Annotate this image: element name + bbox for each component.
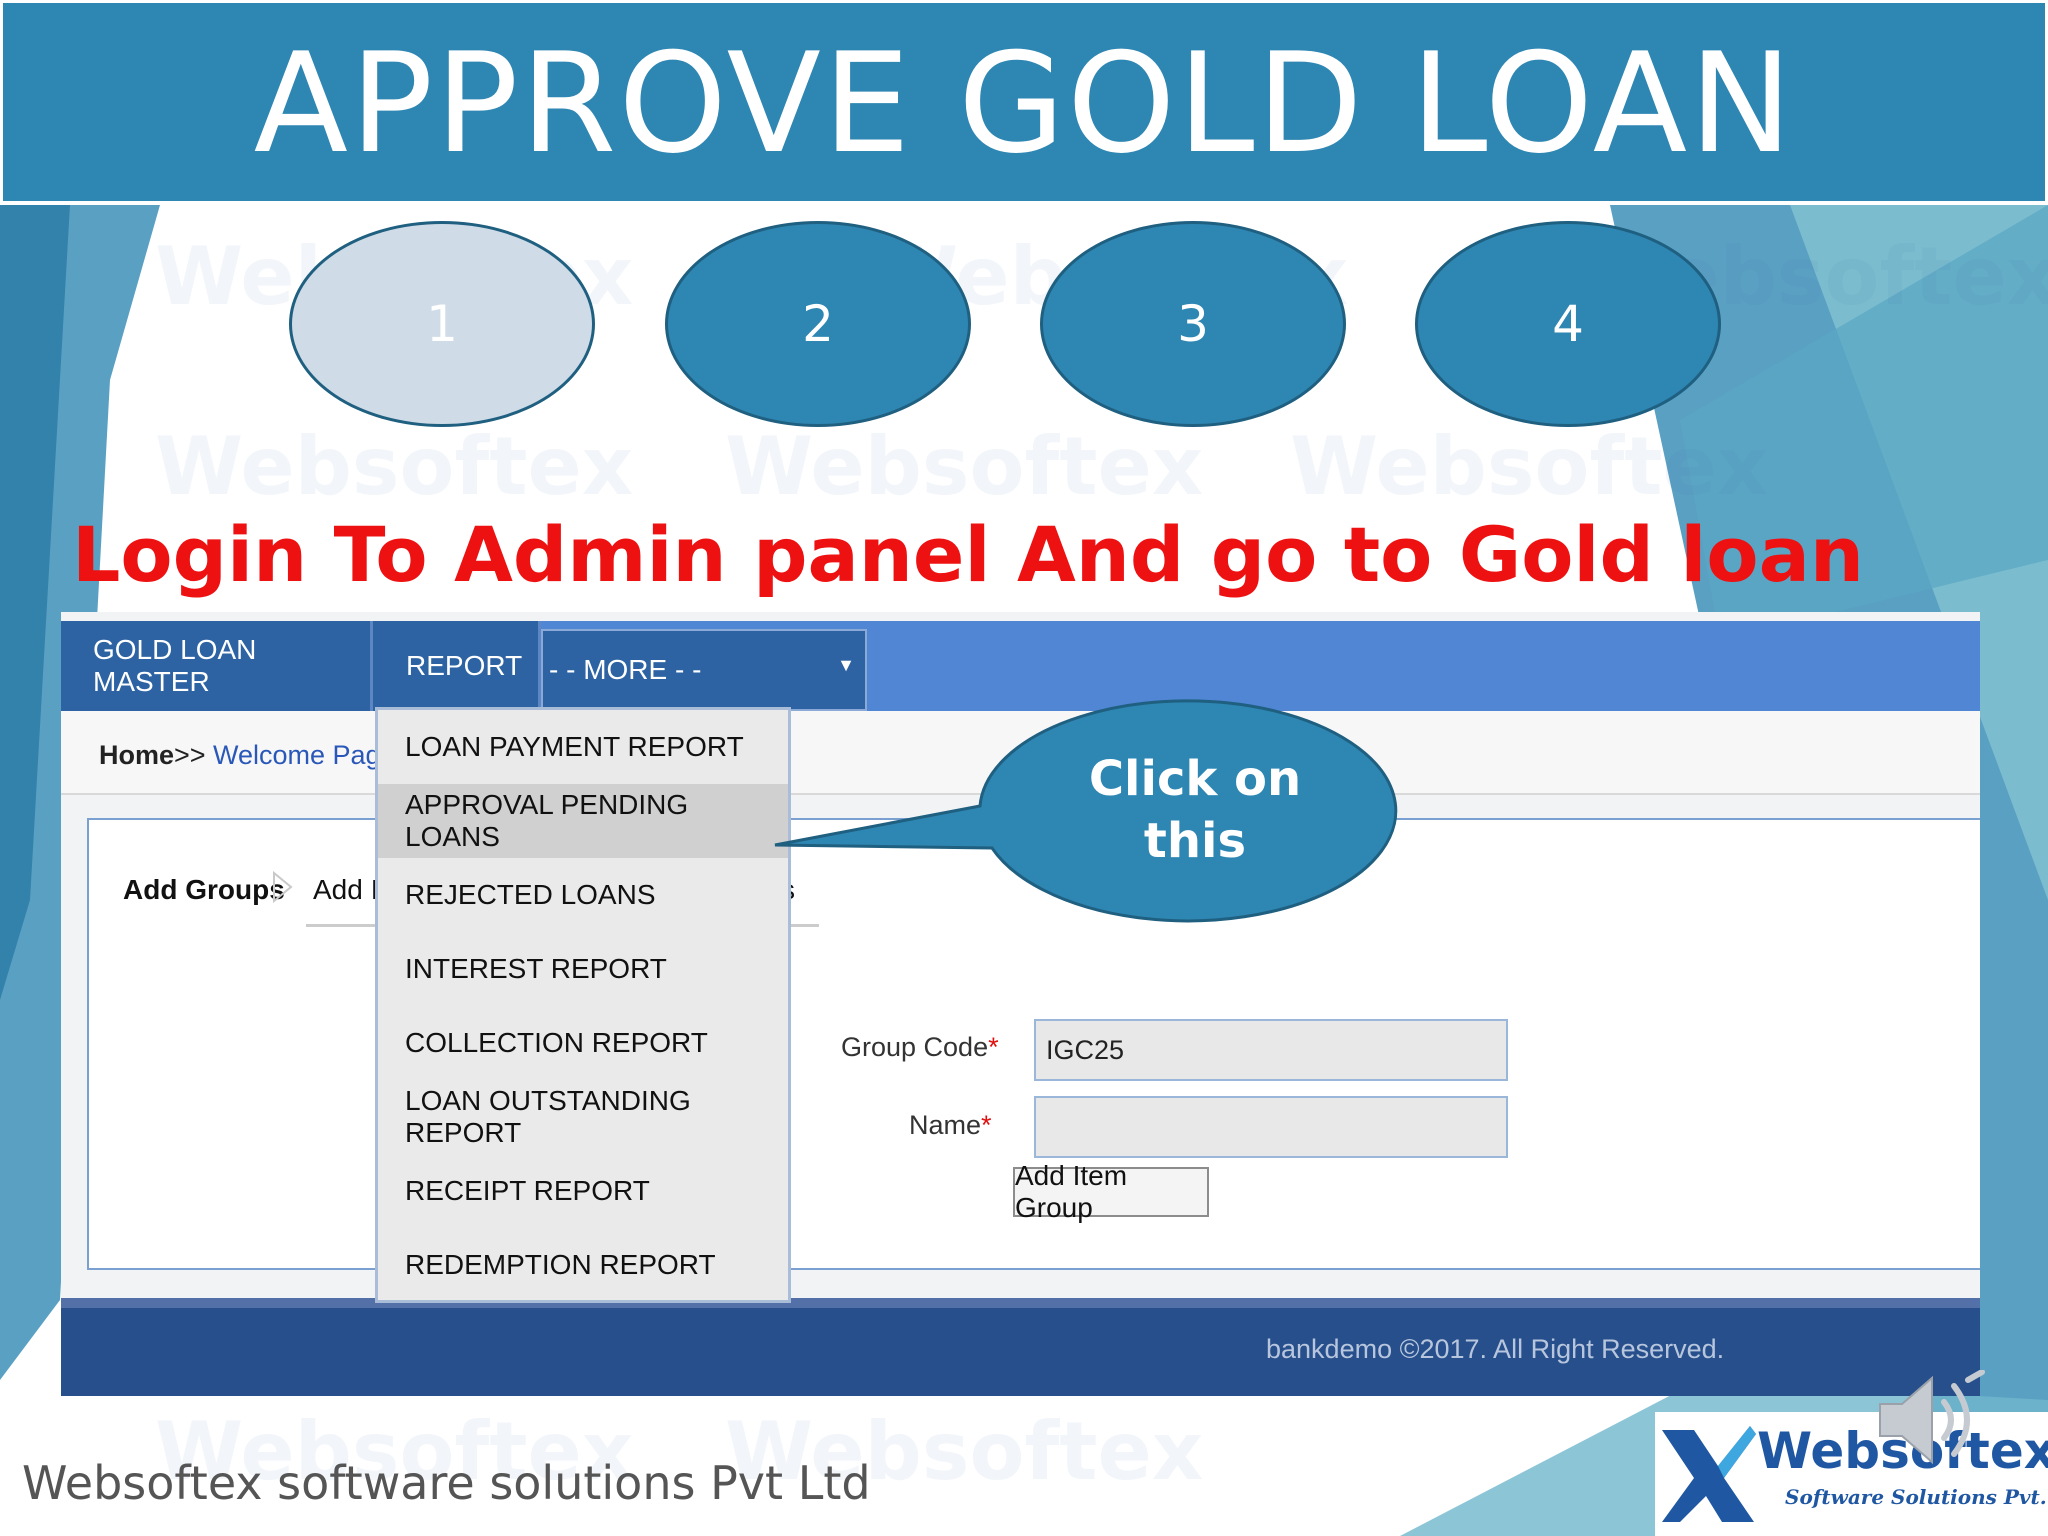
callout-line-2: this bbox=[1143, 813, 1247, 869]
menu-item-receipt-report[interactable]: RECEIPT REPORT bbox=[378, 1154, 788, 1228]
breadcrumb-home[interactable]: Home bbox=[99, 740, 174, 771]
name-label: Name* bbox=[909, 1110, 992, 1141]
breadcrumb-separator: >> bbox=[174, 740, 206, 770]
company-name: Websoftex software solutions Pvt Ltd bbox=[22, 1456, 871, 1510]
step-2-circle[interactable]: 2 bbox=[665, 221, 971, 427]
nav-gold-loan-master[interactable]: GOLD LOAN MASTER bbox=[61, 621, 373, 711]
menu-item-redemption-report[interactable]: REDEMPTION REPORT bbox=[378, 1228, 788, 1302]
required-mark: * bbox=[988, 1032, 999, 1062]
menu-item-approval-pending-loans[interactable]: APPROVAL PENDING LOANS bbox=[378, 784, 788, 858]
callout-text: Click on this bbox=[1060, 748, 1330, 872]
tab-add-groups[interactable]: Add Groups bbox=[123, 874, 285, 906]
step-1-circle[interactable]: 1 bbox=[289, 221, 595, 427]
group-code-label-text: Group Code bbox=[841, 1032, 989, 1062]
menu-item-collection-report[interactable]: COLLECTION REPORT bbox=[378, 1006, 788, 1080]
more-select-label: - - MORE - - bbox=[549, 654, 702, 685]
menu-item-loan-payment-report[interactable]: LOAN PAYMENT REPORT bbox=[378, 710, 788, 784]
instruction-text: Login To Admin panel And go to Gold loan bbox=[72, 510, 1864, 599]
logo-subtitle: Software Solutions Pvt. Ltd. bbox=[1785, 1485, 2048, 1509]
tab-arrow-icon bbox=[273, 870, 293, 904]
chevron-down-icon: ▼ bbox=[837, 655, 855, 675]
group-code-input[interactable]: IGC25 bbox=[1034, 1019, 1508, 1081]
watermark: Websoftex bbox=[725, 420, 1204, 513]
report-dropdown-menu: LOAN PAYMENT REPORT APPROVAL PENDING LOA… bbox=[375, 707, 791, 1303]
watermark: Websoftex bbox=[155, 420, 634, 513]
group-code-label: Group Code* bbox=[841, 1032, 999, 1063]
watermark: Websoftex bbox=[1290, 420, 1769, 513]
speaker-icon[interactable] bbox=[1872, 1370, 1992, 1470]
footer-stripe bbox=[61, 1298, 1980, 1308]
slide-title: APPROVE GOLD LOAN bbox=[253, 23, 1795, 184]
required-mark: * bbox=[981, 1110, 992, 1140]
breadcrumb-welcome-page[interactable]: Welcome Page bbox=[213, 740, 396, 771]
callout-line-1: Click on bbox=[1088, 751, 1302, 807]
nav-report[interactable]: REPORT bbox=[373, 621, 541, 711]
menu-item-loan-outstanding-report[interactable]: LOAN OUTSTANDING REPORT bbox=[378, 1080, 788, 1154]
step-3-circle[interactable]: 3 bbox=[1040, 221, 1346, 427]
step-4-circle[interactable]: 4 bbox=[1415, 221, 1721, 427]
menu-item-interest-report[interactable]: INTEREST REPORT bbox=[378, 932, 788, 1006]
footer-copyright: bankdemo ©2017. All Right Reserved. bbox=[1266, 1334, 1725, 1364]
tab-add-item[interactable]: Add I bbox=[313, 874, 378, 906]
logo-mark-icon bbox=[1662, 1426, 1756, 1522]
menu-item-rejected-loans[interactable]: REJECTED LOANS bbox=[378, 858, 788, 932]
name-label-text: Name bbox=[909, 1110, 982, 1140]
add-item-group-button[interactable]: Add Item Group bbox=[1013, 1160, 1209, 1223]
name-input[interactable] bbox=[1034, 1096, 1508, 1158]
